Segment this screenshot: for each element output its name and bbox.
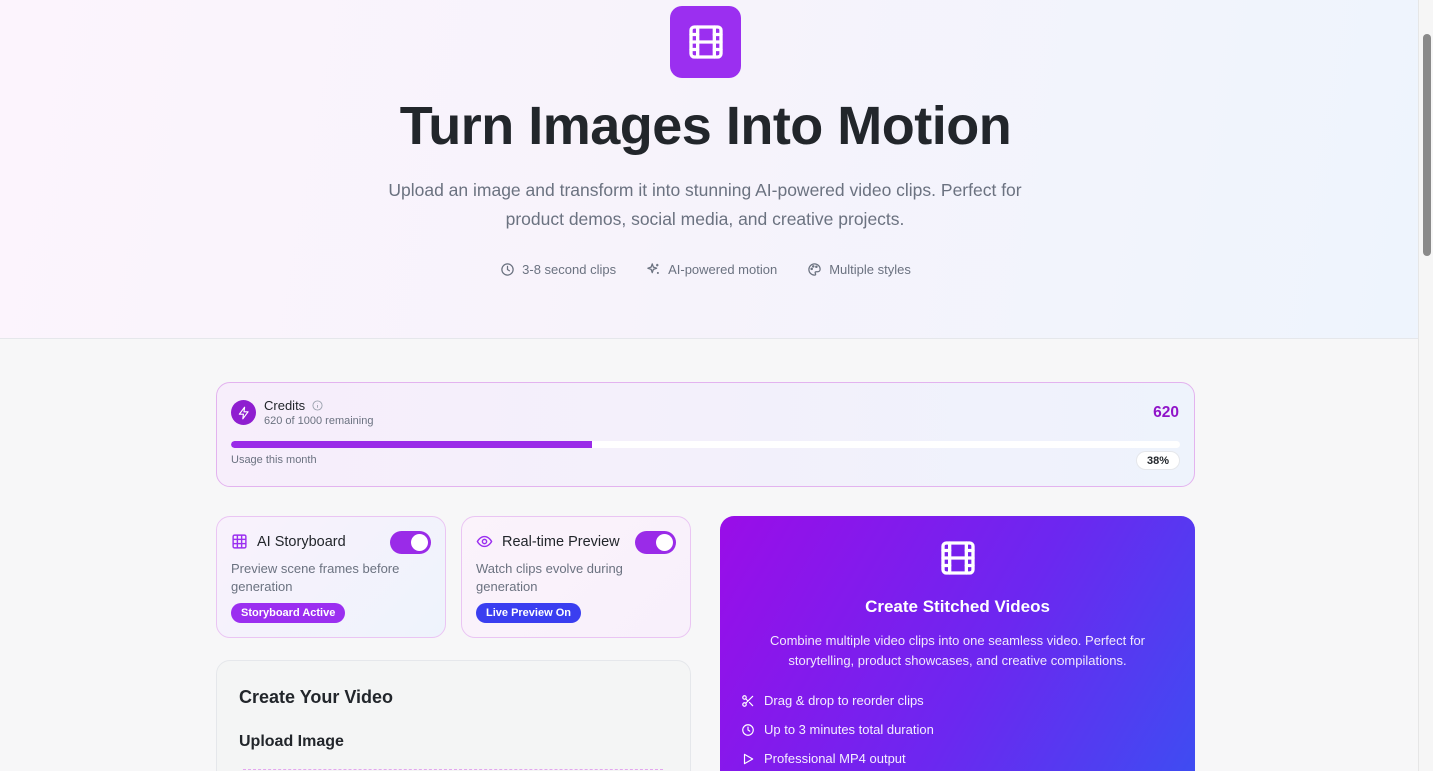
palette-icon [808,263,821,276]
stitch-feature-label: Professional MP4 output [764,751,906,766]
list-item: Drag & drop to reorder clips [741,686,934,715]
stitch-description: Combine multiple video clips into one se… [769,633,1145,668]
stitch-title: Create Stitched Videos [865,597,1050,616]
hero-subtitle: Upload an image and transform it into st… [388,180,1022,229]
clock-icon [501,263,514,276]
film-icon [670,6,741,78]
feature-label: Multiple styles [829,262,911,277]
list-item: Up to 3 minutes total duration [741,715,934,744]
preview-toggle[interactable] [635,531,676,554]
credits-panel: Credits 620 of 1000 remaining 620 Usage … [216,382,1195,487]
stitch-feature-list: Drag & drop to reorder clips Up to 3 min… [741,686,934,771]
storyboard-toggle[interactable] [390,531,431,554]
create-video-title: Create Your Video [239,687,394,707]
feature-item: AI-powered motion [646,262,777,277]
stitch-feature-label: Up to 3 minutes total duration [764,722,934,737]
play-icon [743,753,754,764]
usage-percent-badge: 38% [1135,451,1180,470]
feature-label: 3-8 second clips [522,262,617,277]
grid-icon [232,534,247,549]
feature-label: AI-powered motion [668,262,778,277]
scissors-icon [742,694,754,707]
storyboard-status-badge: Storyboard Active [231,603,346,623]
storyboard-title: AI Storyboard [257,533,346,550]
stitched-videos-card[interactable]: Create Stitched Videos Combine multiple … [720,516,1195,771]
list-item: Professional MP4 output [741,744,934,771]
usage-label: Usage this month [231,454,317,466]
storyboard-header: AI Storyboard [231,533,346,550]
feature-list: 3-8 second clips AI-powered motion Multi… [0,262,1411,277]
storyboard-description: Preview scene frames before generation [231,561,400,594]
scrollbar-thumb[interactable] [1423,34,1431,256]
credits-count: 620 [1153,404,1179,421]
storyboard-card: AI Storyboard Preview scene frames befor… [216,516,446,638]
credits-title: Credits [264,398,306,413]
credits-header: Credits [264,398,323,413]
usage-progress-bar [231,441,1180,448]
preview-header: Real-time Preview [476,533,620,550]
page-title: Turn Images Into Motion [399,96,1012,156]
lightning-icon [231,400,256,425]
feature-item: 3-8 second clips [500,262,616,277]
page: Turn Images Into Motion Upload an image … [0,0,1418,771]
sparkles-icon [647,263,659,274]
film-icon [941,541,975,575]
toggle-knob [411,534,428,551]
create-video-card: Create Your Video Upload Image [216,660,691,771]
toggle-knob [656,534,673,551]
info-icon[interactable] [312,400,323,411]
feature-item: Multiple styles [807,262,911,277]
hero-section: Turn Images Into Motion Upload an image … [0,0,1418,339]
credits-remaining: 620 of 1000 remaining [264,415,374,427]
clock-icon [742,723,754,736]
usage-progress-fill [231,441,592,448]
upload-image-title: Upload Image [239,733,344,750]
eye-icon [476,535,493,548]
preview-card: Real-time Preview Watch clips evolve dur… [461,516,691,638]
stitch-feature-label: Drag & drop to reorder clips [764,693,924,708]
vertical-scrollbar[interactable] [1418,0,1433,771]
preview-title: Real-time Preview [502,533,620,550]
preview-description: Watch clips evolve during generation [476,561,623,594]
preview-status-badge: Live Preview On [476,603,581,623]
